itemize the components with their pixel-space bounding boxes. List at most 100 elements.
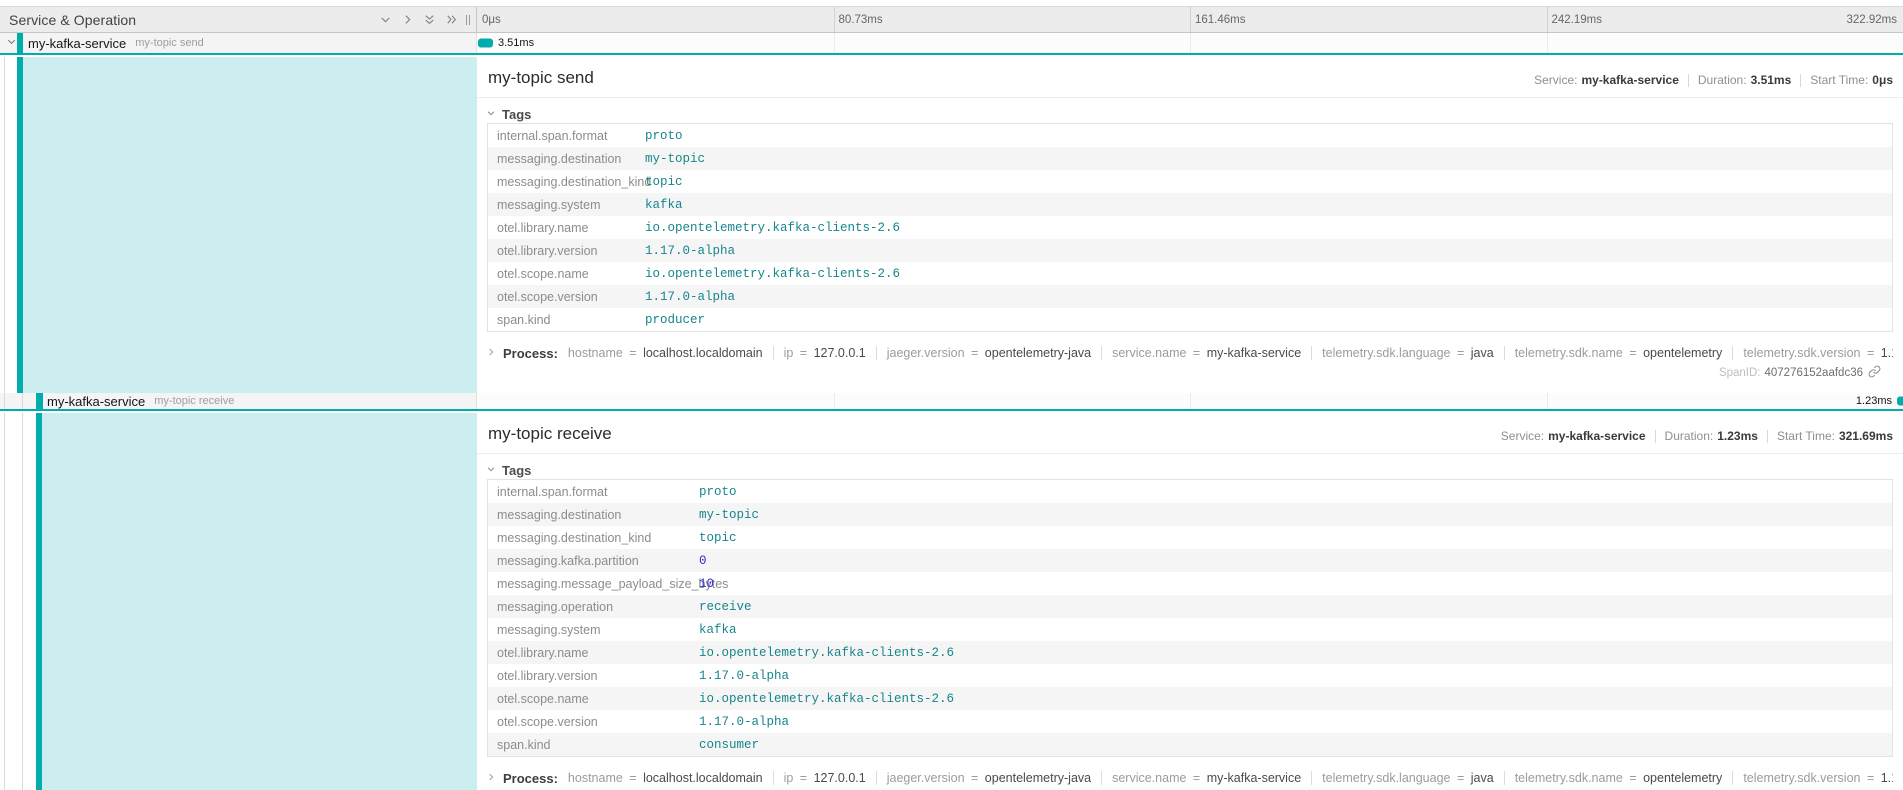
equals-sign: = — [1860, 346, 1880, 360]
tag-key: otel.library.version — [488, 244, 645, 258]
chevron-down-icon[interactable] — [6, 34, 17, 52]
equals-sign: = — [793, 346, 813, 360]
span-operation-name: my-topic receive — [154, 395, 234, 407]
expand-one-icon[interactable] — [401, 13, 414, 26]
tag-row: messaging.system kafka — [488, 618, 1892, 641]
equals-sign: = — [965, 346, 985, 360]
tag-key: messaging.destination — [488, 508, 699, 522]
tags-accordion-header[interactable]: Tags — [486, 105, 531, 123]
detail-highlight-band — [23, 57, 477, 393]
tag-key: otel.library.version — [488, 669, 699, 683]
process-key: service.name — [1112, 346, 1186, 360]
overview-start-label: Start Time: — [1810, 73, 1868, 87]
tag-row: otel.library.name io.opentelemetry.kafka… — [488, 216, 1892, 239]
tag-row: otel.scope.version 1.17.0-alpha — [488, 285, 1892, 308]
deep-link-icon[interactable] — [1863, 365, 1881, 381]
process-value: opentelemetry-java — [985, 771, 1091, 785]
tag-value: io.opentelemetry.kafka-clients-2.6 — [699, 692, 954, 706]
tick-label-2: 161.46ms — [1195, 14, 1246, 26]
process-value: my-kafka-service — [1207, 771, 1301, 785]
tag-value: io.opentelemetry.kafka-clients-2.6 — [699, 646, 954, 660]
trace-timeline-view: Service & Operation 0μs 80.73ms 161.46ms… — [0, 0, 1903, 790]
process-entry: telemetry.sdk.language = java — [1322, 346, 1494, 360]
process-value: opentelemetry-java — [985, 346, 1091, 360]
process-entry: ip = 127.0.0.1 — [784, 346, 866, 360]
process-entry: ip = 127.0.0.1 — [784, 771, 866, 785]
tick-label-0: 0μs — [482, 14, 501, 26]
tick-label-4: 322.92ms — [1846, 14, 1897, 26]
process-entry: telemetry.sdk.name = opentelemetry — [1515, 346, 1723, 360]
span-color-bar — [36, 393, 43, 409]
tag-value: consumer — [699, 738, 759, 752]
equals-sign: = — [1451, 346, 1471, 360]
tag-value: 1.17.0-alpha — [645, 244, 735, 258]
collapse-all-icon[interactable] — [423, 13, 436, 26]
tick-line — [1547, 7, 1548, 32]
process-value: 1.17.0 — [1881, 771, 1893, 785]
overview-duration-value: 1.23ms — [1717, 429, 1758, 443]
tag-key: otel.scope.name — [488, 692, 699, 706]
process-value: 1.17.0 — [1881, 346, 1893, 360]
tag-row: messaging.destination my-topic — [488, 147, 1892, 170]
tag-row: span.kind consumer — [488, 733, 1892, 756]
tag-row: internal.span.format proto — [488, 124, 1892, 147]
process-key: telemetry.sdk.language — [1322, 771, 1450, 785]
process-value: 127.0.0.1 — [814, 346, 866, 360]
process-entry: service.name = my-kafka-service — [1112, 771, 1301, 785]
timeline-header: Service & Operation 0μs 80.73ms 161.46ms… — [0, 6, 1903, 33]
tag-row: internal.span.format proto — [488, 480, 1892, 503]
overview-service-label: Service: — [1534, 73, 1577, 87]
span-overview: Service: my-kafka-service Duration: 3.51… — [1534, 73, 1893, 87]
tag-key: otel.scope.version — [488, 715, 699, 729]
chevron-down-icon — [486, 105, 496, 123]
tag-key: messaging.destination_kind — [488, 175, 645, 189]
process-accordion-header[interactable]: Process: hostname = localhost.localdomai… — [486, 769, 1893, 787]
tag-row: messaging.destination_kind topic — [488, 170, 1892, 193]
tree-guide-line — [4, 413, 5, 790]
tags-table: internal.span.format proto messaging.des… — [487, 123, 1893, 332]
span-duration-label: 3.51ms — [498, 37, 534, 49]
equals-sign: = — [793, 771, 813, 785]
tag-key: span.kind — [488, 313, 645, 327]
overview-duration-value: 3.51ms — [1751, 73, 1792, 87]
process-accordion-header[interactable]: Process: hostname = localhost.localdomai… — [486, 344, 1893, 362]
tags-accordion-header[interactable]: Tags — [486, 461, 531, 479]
tag-key: messaging.kafka.partition — [488, 554, 699, 568]
tag-row: messaging.system kafka — [488, 193, 1892, 216]
span-row-receive[interactable]: my-kafka-service my-topic receive 1.23ms — [0, 393, 1903, 411]
tag-key: messaging.system — [488, 623, 699, 637]
span-duration-bar[interactable] — [478, 39, 493, 48]
span-id-value: 407276152aafdc36 — [1765, 367, 1864, 379]
tag-key: otel.library.name — [488, 221, 645, 235]
process-key: telemetry.sdk.version — [1743, 346, 1860, 360]
tag-row: messaging.destination my-topic — [488, 503, 1892, 526]
tag-row: otel.library.version 1.17.0-alpha — [488, 664, 1892, 687]
tag-value: proto — [699, 485, 737, 499]
process-value: localhost.localdomain — [643, 346, 763, 360]
detail-highlight-band — [42, 413, 477, 790]
equals-sign: = — [1860, 771, 1880, 785]
span-detail-title: my-topic receive — [488, 424, 612, 444]
expand-all-icon[interactable] — [445, 13, 458, 26]
equals-sign: = — [1623, 771, 1643, 785]
process-key: telemetry.sdk.name — [1515, 771, 1623, 785]
span-duration-bar[interactable] — [1897, 397, 1903, 406]
tag-key: messaging.destination — [488, 152, 645, 166]
process-key: jaeger.version — [887, 771, 965, 785]
tag-value: topic — [645, 175, 683, 189]
span-duration-label: 1.23ms — [1856, 395, 1892, 407]
timeline-ruler: 0μs 80.73ms 161.46ms 242.19ms 322.92ms — [477, 7, 1903, 32]
equals-sign: = — [1451, 771, 1471, 785]
overview-start-label: Start Time: — [1777, 429, 1835, 443]
collapse-one-icon[interactable] — [379, 13, 392, 26]
overview-duration-label: Duration: — [1665, 429, 1714, 443]
chevron-right-icon — [486, 344, 496, 362]
tag-value: 1.17.0-alpha — [645, 290, 735, 304]
tag-value: kafka — [699, 623, 737, 637]
tag-row: messaging.destination_kind topic — [488, 526, 1892, 549]
tag-key: messaging.destination_kind — [488, 531, 699, 545]
process-value: 127.0.0.1 — [814, 771, 866, 785]
column-resizer-grip[interactable] — [466, 15, 473, 25]
process-key: telemetry.sdk.version — [1743, 771, 1860, 785]
span-row-send[interactable]: my-kafka-service my-topic send 3.51ms — [0, 33, 1903, 55]
